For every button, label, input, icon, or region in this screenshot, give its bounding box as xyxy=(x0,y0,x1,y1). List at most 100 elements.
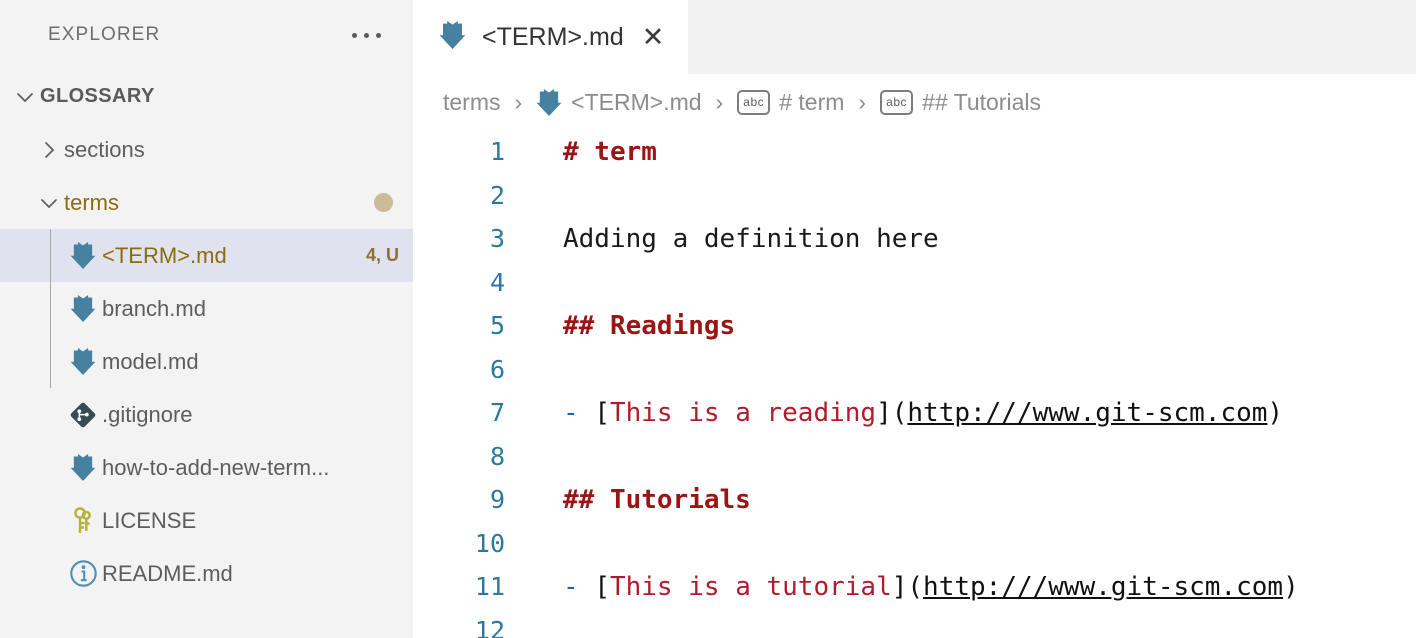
breadcrumb-separator: › xyxy=(715,88,724,115)
tree-item-file-gitignore[interactable]: .gitignore xyxy=(0,388,413,441)
breadcrumb-label: ## Tutorials xyxy=(922,88,1041,115)
tree-item-root-glossary[interactable]: GLOSSARY xyxy=(0,70,413,123)
code-line[interactable]: 9 ## Tutorials xyxy=(413,478,1416,522)
code-token[interactable]: http:///www.git-scm.com xyxy=(907,398,1267,428)
git-icon xyxy=(69,401,97,429)
code-token: Adding a definition here xyxy=(563,223,939,254)
code-token: - xyxy=(563,571,595,602)
abc-symbol-icon: abc xyxy=(880,89,914,115)
keys-icon xyxy=(70,506,96,536)
explorer-sidebar: EXPLORER GLOSSARY sections terms <TERM>.md 4… xyxy=(0,0,413,638)
code-editor[interactable]: 1 # term 2 3 Adding a definition here 4 5 ## Re… xyxy=(413,130,1416,638)
line-number: 5 xyxy=(489,311,505,341)
line-number: 12 xyxy=(474,615,505,638)
code-token: [ xyxy=(594,397,610,428)
code-token[interactable]: http:///www.git-scm.com xyxy=(923,572,1283,602)
ellipsis-dot xyxy=(376,32,381,38)
tree-item-label: GLOSSARY xyxy=(40,85,155,107)
markdown-arrow-icon xyxy=(70,241,96,270)
line-content: # term xyxy=(505,137,657,167)
tree-item-file-model-md[interactable]: model.md xyxy=(0,335,413,388)
code-line[interactable]: 3 Adding a definition here xyxy=(413,217,1416,261)
code-line[interactable]: 6 xyxy=(413,348,1416,392)
line-content: - [This is a reading](http:///www.git-sc… xyxy=(505,398,1283,428)
tree-item-file-branch-md[interactable]: branch.md xyxy=(0,282,413,335)
breadcrumb-item-2[interactable]: abc # term xyxy=(735,89,846,116)
status-badge: 4, U xyxy=(365,245,399,265)
code-line[interactable]: 1 # term xyxy=(413,130,1416,174)
tree-item-label: <TERM>.md xyxy=(102,242,227,268)
file-icon-wrapper xyxy=(64,559,102,588)
chevron-down-icon[interactable] xyxy=(10,86,40,108)
file-icon-wrapper xyxy=(64,347,102,376)
markdown-arrow-icon xyxy=(536,88,562,117)
ellipsis-dot xyxy=(352,32,357,38)
tree-item-label: LICENSE xyxy=(102,507,197,533)
line-number: 4 xyxy=(489,267,505,297)
line-number: 10 xyxy=(474,528,505,558)
indent-guide xyxy=(50,229,51,282)
code-line[interactable]: 5 ## Readings xyxy=(413,304,1416,348)
code-token: ]( xyxy=(876,397,908,428)
code-line[interactable]: 12 xyxy=(413,609,1416,638)
tree-item-folder-sections[interactable]: sections xyxy=(0,123,413,176)
tree-item-label: sections xyxy=(64,136,145,162)
code-line[interactable]: 8 xyxy=(413,435,1416,479)
info-circle-icon xyxy=(69,559,98,588)
breadcrumb-label: <TERM>.md xyxy=(571,88,702,115)
code-token: ## Tutorials xyxy=(563,484,751,515)
close-icon[interactable]: ✕ xyxy=(640,23,667,51)
breadcrumb-label: # term xyxy=(779,88,845,115)
breadcrumb: terms › <TERM>.md › abc # term › abc ## Tutorial… xyxy=(413,74,1416,130)
code-token: ]( xyxy=(891,571,924,602)
chevron-down-icon[interactable] xyxy=(34,192,64,214)
vscode-window: EXPLORER GLOSSARY sections terms <TERM>.md 4… xyxy=(0,0,1416,638)
chevron-down xyxy=(14,86,36,108)
line-content: ## Readings xyxy=(505,311,735,341)
file-icon-wrapper xyxy=(64,506,102,536)
explorer-title: EXPLORER xyxy=(48,24,161,45)
line-content: ## Tutorials xyxy=(505,485,751,515)
chevron-down xyxy=(38,192,60,214)
tree-item-folder-terms[interactable]: terms xyxy=(0,176,413,229)
code-line[interactable]: 7- [This is a reading](http:///www.git-s… xyxy=(413,391,1416,435)
code-line[interactable]: 2 xyxy=(413,174,1416,218)
line-content: Adding a definition here xyxy=(505,224,939,254)
breadcrumb-item-1[interactable]: <TERM>.md xyxy=(534,88,703,117)
ellipsis-dot xyxy=(364,32,369,38)
tree-item-file-license[interactable]: LICENSE xyxy=(0,494,413,547)
tab-term-md[interactable]: <TERM>.md ✕ xyxy=(413,0,689,74)
markdown-arrow-icon xyxy=(70,453,96,482)
line-number: 11 xyxy=(474,572,505,602)
markdown-arrow-icon xyxy=(70,347,96,376)
tree-item-file-readme-md[interactable]: README.md xyxy=(0,547,413,600)
code-token: - xyxy=(563,397,595,428)
code-line[interactable]: 11- [This is a tutorial](http:///www.git… xyxy=(413,565,1416,609)
tree-item-label: model.md xyxy=(102,348,199,374)
markdown-arrow-icon xyxy=(439,20,466,55)
editor-tab-bar: <TERM>.md ✕ xyxy=(413,0,1416,74)
breadcrumb-item-3[interactable]: abc ## Tutorials xyxy=(878,89,1043,116)
file-icon-wrapper xyxy=(64,294,102,323)
code-line[interactable]: 10 xyxy=(413,522,1416,566)
tree-item-label: how-to-add-new-term... xyxy=(102,454,330,480)
line-number: 7 xyxy=(489,398,505,428)
tree-item-file-how-to-add-new-term[interactable]: how-to-add-new-term... xyxy=(0,441,413,494)
breadcrumb-separator: › xyxy=(514,88,523,115)
indent-guide xyxy=(50,335,51,388)
abc-symbol-icon: abc xyxy=(737,89,771,115)
explorer-header: EXPLORER xyxy=(0,0,413,70)
code-token: # term xyxy=(563,136,657,167)
ellipsis-icon[interactable] xyxy=(352,32,391,38)
chevron-right xyxy=(38,139,60,161)
code-line[interactable]: 4 xyxy=(413,261,1416,305)
file-tree: GLOSSARY sections terms <TERM>.md 4, U branch… xyxy=(0,70,413,600)
line-number: 8 xyxy=(489,441,505,471)
tree-item-label: terms xyxy=(64,189,119,215)
tree-item-label: branch.md xyxy=(102,295,206,321)
breadcrumb-item-0[interactable]: terms xyxy=(441,89,503,116)
line-number: 2 xyxy=(489,180,505,210)
tree-item-file-term-md[interactable]: <TERM>.md 4, U xyxy=(0,229,413,282)
code-token: ) xyxy=(1267,397,1284,428)
chevron-right-icon[interactable] xyxy=(34,139,64,161)
